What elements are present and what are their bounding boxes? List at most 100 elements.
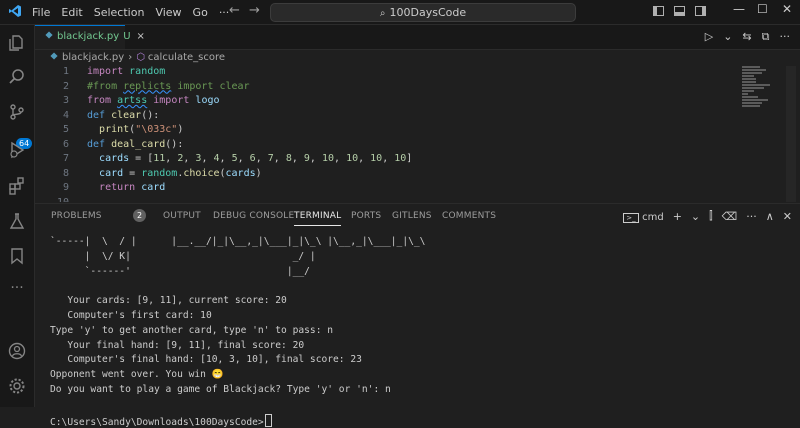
split-terminal-icon[interactable]: ⫿ bbox=[709, 209, 713, 223]
maximize-button[interactable]: ☐ bbox=[757, 2, 768, 16]
panel-actions: >_ cmd + ⌄ ⫿ ⌫ ··· ∧ ✕ bbox=[623, 209, 792, 223]
line-number: 7 bbox=[62, 153, 69, 164]
more-actions-icon[interactable]: ··· bbox=[746, 210, 757, 223]
menu-item-3[interactable]: View bbox=[155, 6, 181, 19]
terminal-shell-label: cmd bbox=[642, 211, 664, 223]
terminal-line: Opponent went over. You win 😁 bbox=[50, 369, 224, 381]
toggle-sidebar-icon[interactable] bbox=[653, 6, 664, 16]
close-window-button[interactable]: ✕ bbox=[782, 2, 792, 16]
line-number: 4 bbox=[62, 109, 69, 121]
run-dropdown-icon[interactable]: ⌄ bbox=[723, 30, 732, 44]
chevron-right-icon: › bbox=[128, 52, 133, 63]
code-line: cards = [11, 2, 3, 4, 5, 6, 7, 8, 9, 10,… bbox=[99, 153, 413, 164]
account-icon[interactable] bbox=[8, 342, 26, 360]
terminal-line: Computer's first card: 10 bbox=[50, 310, 212, 321]
source-control-icon[interactable] bbox=[8, 103, 26, 121]
settings-gear-icon[interactable] bbox=[8, 377, 26, 395]
minimap[interactable] bbox=[742, 66, 772, 126]
chevron-down-icon[interactable]: ⌄ bbox=[691, 210, 700, 223]
tab-label: blackjack.py bbox=[57, 31, 120, 42]
code-line: return card bbox=[99, 182, 166, 193]
run-icon[interactable]: ▷ bbox=[705, 30, 713, 44]
method-icon: ⬡ bbox=[136, 52, 145, 63]
problems-count-badge: 2 bbox=[133, 209, 146, 222]
tab-gitlens[interactable]: GITLENS bbox=[392, 211, 432, 221]
terminal-output[interactable]: `-----| \ / | |__.__/|_|\__,_|\___|_|\_\… bbox=[50, 236, 795, 428]
command-center[interactable]: ⌕ 100DaysCode bbox=[270, 3, 576, 22]
code-line: print("\033c") bbox=[99, 124, 184, 135]
compare-icon[interactable]: ⇆ bbox=[742, 30, 751, 44]
terminal-line: Computer's final hand: [10, 3, 10], fina… bbox=[50, 354, 362, 366]
run-debug-icon[interactable] bbox=[8, 141, 26, 159]
extensions-icon[interactable] bbox=[8, 177, 26, 195]
line-number: 6 bbox=[62, 138, 69, 150]
maximize-panel-icon[interactable]: ∧ bbox=[766, 210, 774, 223]
python-icon: ⯁ bbox=[50, 52, 58, 63]
menu-item-0[interactable]: File bbox=[32, 6, 50, 19]
back-arrow-icon[interactable]: ← bbox=[229, 3, 240, 18]
tab-terminal[interactable]: TERMINAL bbox=[294, 211, 342, 226]
untracked-status-badge: U bbox=[123, 31, 131, 42]
tab-problems[interactable]: PROBLEMS bbox=[51, 211, 102, 221]
search-icon: ⌕ bbox=[379, 8, 386, 19]
bookmark-icon[interactable] bbox=[8, 247, 26, 265]
menu-bar: File Edit Selection View Go ··· bbox=[32, 0, 240, 24]
menu-item-1[interactable]: Edit bbox=[61, 6, 82, 19]
menu-item-5[interactable]: ··· bbox=[219, 6, 230, 19]
python-icon: ⯁ bbox=[45, 31, 53, 42]
search-icon[interactable] bbox=[8, 68, 26, 86]
terminal-line: Type 'y' to get another card, type 'n' t… bbox=[50, 324, 334, 336]
line-number: 10 bbox=[56, 196, 69, 203]
terminal-line: `------' |__/ bbox=[50, 265, 310, 277]
explorer-icon[interactable] bbox=[8, 34, 26, 52]
more-actions-icon[interactable]: ··· bbox=[780, 30, 791, 44]
panel-header: PROBLEMS 2 OUTPUT DEBUG CONSOLE TERMINAL… bbox=[35, 203, 800, 230]
terminal-line: Your cards: [9, 11], current score: 20 bbox=[50, 295, 287, 307]
breadcrumb: ⯁ blackjack.py › ⬡ calculate_score bbox=[50, 52, 225, 63]
command-center-label: 100DaysCode bbox=[389, 6, 467, 19]
code-line: import random bbox=[87, 66, 166, 77]
terminal-line: Do you want to play a game of Blackjack?… bbox=[50, 384, 391, 395]
code-line: def deal_card(): bbox=[87, 138, 184, 150]
tab-output[interactable]: OUTPUT bbox=[163, 211, 201, 221]
terminal-line: | \/ K| _/ | bbox=[50, 250, 316, 262]
new-terminal-icon[interactable]: + bbox=[673, 210, 682, 223]
more-icon[interactable]: ··· bbox=[8, 280, 26, 298]
line-number: 1 bbox=[62, 66, 69, 77]
editor-tab-bar: ⯁ blackjack.py U × ▷ ⌄ ⇆ ⧉ ··· bbox=[35, 25, 800, 50]
activity-bar: 64 ··· bbox=[0, 25, 35, 407]
code-line: from artss import logo bbox=[87, 95, 220, 106]
menu-item-2[interactable]: Selection bbox=[94, 6, 145, 19]
tab-ports[interactable]: PORTS bbox=[351, 211, 381, 221]
split-editor-icon[interactable]: ⧉ bbox=[762, 30, 770, 44]
title-bar: File Edit Selection View Go ··· ← → ⌕ 100DaysC… bbox=[0, 0, 800, 25]
forward-arrow-icon[interactable]: → bbox=[249, 3, 260, 18]
close-tab-icon[interactable]: × bbox=[137, 31, 145, 42]
trash-icon[interactable]: ⌫ bbox=[722, 210, 738, 223]
code-editor[interactable]: 1 import random 2 #from replicts import cle… bbox=[35, 66, 740, 202]
toggle-secondary-sidebar-icon[interactable] bbox=[695, 6, 706, 16]
breadcrumb-file[interactable]: blackjack.py bbox=[62, 52, 124, 63]
tab-blackjack-py[interactable]: ⯁ blackjack.py U × bbox=[35, 25, 145, 49]
code-line: card = random.choice(cards) bbox=[99, 167, 262, 179]
vscode-logo-icon bbox=[9, 5, 21, 17]
terminal-line: C:\Users\Sandy\Downloads\100DaysCode> bbox=[50, 413, 272, 428]
terminal-icon: >_ bbox=[623, 212, 639, 223]
line-number: 8 bbox=[62, 167, 69, 179]
terminal-line: Your final hand: [9, 11], final score: 2… bbox=[50, 339, 305, 351]
terminal-shell-selector[interactable]: >_ cmd bbox=[623, 210, 664, 223]
toggle-panel-icon[interactable] bbox=[674, 6, 685, 16]
breadcrumb-symbol[interactable]: calculate_score bbox=[148, 52, 225, 63]
minimize-button[interactable]: — bbox=[733, 2, 745, 16]
code-line: #from replicts import clear bbox=[87, 80, 250, 92]
line-number: 9 bbox=[62, 182, 69, 193]
terminal-line: `-----| \ / | |__.__/|_|\__,_|\___|_|\_\… bbox=[50, 236, 426, 247]
tab-comments[interactable]: COMMENTS bbox=[442, 211, 496, 221]
tab-debug-console[interactable]: DEBUG CONSOLE bbox=[213, 211, 294, 221]
editor-scrollbar[interactable] bbox=[786, 66, 796, 202]
testing-flask-icon[interactable] bbox=[8, 212, 26, 230]
line-number: 3 bbox=[62, 95, 69, 106]
line-number: 5 bbox=[62, 124, 69, 135]
close-panel-icon[interactable]: ✕ bbox=[783, 210, 792, 223]
menu-item-4[interactable]: Go bbox=[193, 6, 208, 19]
